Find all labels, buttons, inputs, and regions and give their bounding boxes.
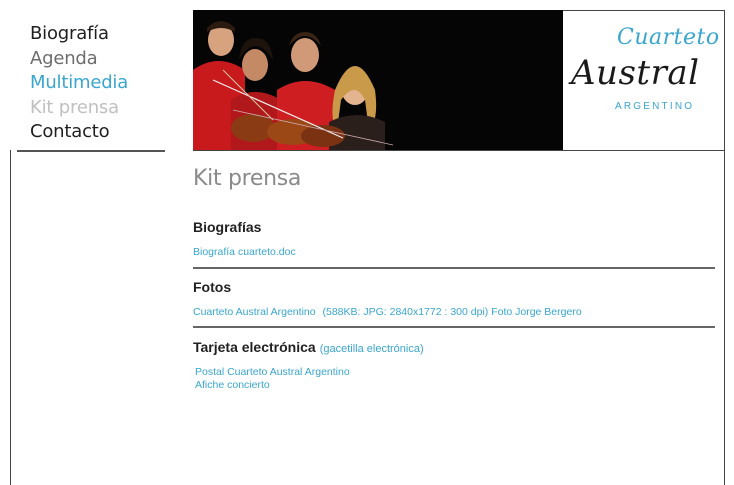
section-fotos: Fotos <box>193 279 715 295</box>
nav-item-multimedia[interactable]: Multimedia <box>30 71 128 96</box>
nav-item-contacto[interactable]: Contacto <box>30 120 128 145</box>
quartet-photo-image <box>193 10 563 150</box>
header-photo <box>193 10 563 150</box>
card-item-postal[interactable]: Postal Cuarteto Austral Argentino <box>195 366 350 378</box>
logo-text-cuarteto: Cuarteto <box>617 25 720 50</box>
photo-name-link[interactable]: Cuarteto Austral Argentino <box>193 306 316 318</box>
nav-item-biografia[interactable]: Biografía <box>30 22 128 47</box>
section-heading-fotos: Fotos <box>193 279 232 295</box>
section-heading-tarjeta-label: Tarjeta electrónica <box>193 339 316 355</box>
logo-text-austral: Austral <box>571 53 700 93</box>
page-frame-left <box>10 150 11 485</box>
card-item-afiche[interactable]: Afiche concierto <box>195 379 270 391</box>
bio-file-link[interactable]: Biografía cuarteto.doc <box>193 246 296 258</box>
nav-item-kit-prensa[interactable]: Kit prensa <box>30 96 128 121</box>
gacetilla-link[interactable]: (gacetilla electrónica) <box>320 343 424 355</box>
photo-row: Cuarteto Austral Argentino (588KB: JPG: … <box>193 306 715 319</box>
photo-details-link[interactable]: (588KB: JPG: 2840x1772 : 300 dpi) Foto J… <box>323 306 582 318</box>
section-heading-tarjeta: Tarjeta electrónica (gacetilla electrónic… <box>193 339 715 355</box>
section-tarjeta: Tarjeta electrónica (gacetilla electrónic… <box>193 339 715 355</box>
page-title: Kit prensa <box>193 166 302 191</box>
logo[interactable]: Cuarteto Austral ARGENTINO <box>563 10 724 150</box>
nav-item-agenda[interactable]: Agenda <box>30 47 128 72</box>
section-biografias: Biografías <box>193 219 715 235</box>
logo-text-country: ARGENTINO <box>615 101 695 112</box>
main-nav: Biografía Agenda Multimedia Kit prensa C… <box>30 22 128 145</box>
section-divider-2 <box>193 326 715 328</box>
header-divider <box>193 150 725 151</box>
page-frame-right <box>724 10 725 485</box>
nav-divider <box>17 150 165 152</box>
bio-file-row: Biografía cuarteto.doc <box>193 246 715 259</box>
card-list: Postal Cuarteto Austral Argentino Afiche… <box>195 366 717 392</box>
section-heading-biografias: Biografías <box>193 219 262 235</box>
section-divider-1 <box>193 267 715 269</box>
